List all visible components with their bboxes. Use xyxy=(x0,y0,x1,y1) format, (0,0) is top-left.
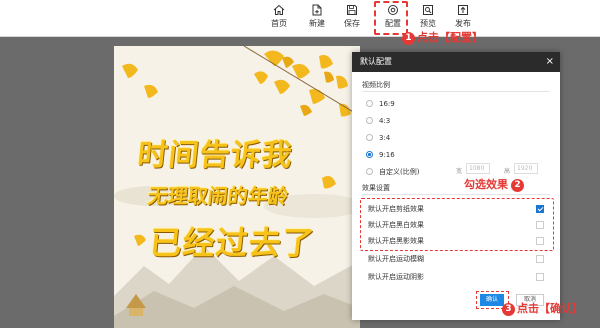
poster-text-line-3: 已经过去了 xyxy=(147,224,317,262)
dialog-header: 默认配置 × xyxy=(352,52,560,72)
top-toolbar: 首页 新建 保存 配置 预览 发布 xyxy=(0,0,600,37)
ratio-option-16-9[interactable]: 16:9 xyxy=(366,98,395,110)
effects-divider xyxy=(362,194,550,195)
checkbox-icon[interactable] xyxy=(536,273,544,281)
step-3-badge: 3 xyxy=(502,302,515,316)
effect-row-motion-blur[interactable]: 默认开启运动模糊 xyxy=(368,252,544,266)
default-config-dialog: 默认配置 × 视频比例 16:9 4:3 3:4 9:16 自定义(比例) 宽 … xyxy=(352,52,560,320)
effect-label: 默认开启运动阴影 xyxy=(368,273,424,281)
step-2-badge: 2 xyxy=(511,178,524,192)
poster-text-line-2: 无理取闹的年龄 xyxy=(146,184,290,208)
height-input[interactable]: 1920 xyxy=(514,163,538,174)
ratio-label: 9:16 xyxy=(379,151,395,159)
preview-label: 预览 xyxy=(420,19,436,28)
ratio-option-custom[interactable]: 自定义(比例) xyxy=(366,166,419,178)
new-button[interactable]: 新建 xyxy=(302,3,332,35)
config-highlight-box xyxy=(374,1,408,35)
width-label: 宽 xyxy=(456,168,463,175)
radio-icon xyxy=(366,116,373,124)
effect-label: 默认开启运动模糊 xyxy=(368,255,424,263)
ratio-option-9-16[interactable]: 9:16 xyxy=(366,149,395,161)
home-button[interactable]: 首页 xyxy=(264,3,294,35)
home-icon xyxy=(273,4,285,15)
ratio-divider xyxy=(362,91,550,92)
ratio-option-3-4[interactable]: 3:4 xyxy=(366,132,390,144)
dialog-title: 默认配置 xyxy=(360,57,392,66)
radio-icon xyxy=(366,99,373,107)
effects-highlight-box xyxy=(360,198,554,251)
radio-icon xyxy=(366,167,373,175)
publish-label: 发布 xyxy=(455,19,471,28)
ratio-label: 16:9 xyxy=(379,100,395,108)
ratio-section-title: 视频比例 xyxy=(362,81,390,89)
step-1-badge: 1 xyxy=(402,31,415,45)
step-2-text: 勾选效果 xyxy=(464,178,508,191)
checkbox-icon[interactable] xyxy=(536,255,544,263)
save-button[interactable]: 保存 xyxy=(337,3,367,35)
radio-selected-icon xyxy=(366,150,373,158)
ratio-label: 3:4 xyxy=(379,134,391,142)
effects-section-title: 效果设置 xyxy=(362,184,390,192)
home-label: 首页 xyxy=(271,19,287,28)
preview-icon xyxy=(423,5,433,15)
ratio-label: 自定义(比例) xyxy=(379,168,420,176)
height-label: 高 xyxy=(504,168,511,175)
new-label: 新建 xyxy=(309,19,325,28)
close-icon[interactable]: × xyxy=(546,52,554,72)
annotation-step-3: 3 点击【确认】 xyxy=(502,302,583,316)
ratio-label: 4:3 xyxy=(379,117,391,125)
effect-row-motion-shadow[interactable]: 默认开启运动阴影 xyxy=(368,270,544,284)
save-label: 保存 xyxy=(344,19,360,28)
width-input[interactable]: 1080 xyxy=(466,163,490,174)
save-icon xyxy=(347,5,357,15)
new-file-icon xyxy=(312,4,322,16)
ok-button[interactable]: 确认 xyxy=(480,294,504,306)
poster-canvas: 时间告诉我 无理取闹的年龄 已经过去了 xyxy=(114,46,360,328)
step-3-text: 点击【确认】 xyxy=(517,302,583,315)
annotation-step-2: 勾选效果 2 xyxy=(464,178,524,192)
ratio-option-4-3[interactable]: 4:3 xyxy=(366,115,390,127)
publish-icon xyxy=(458,5,468,15)
radio-icon xyxy=(366,133,373,141)
poster-text-line-1: 时间告诉我 xyxy=(135,138,295,173)
annotation-step-1: 1 点击【配置】 xyxy=(402,31,483,45)
step-1-text: 点击【配置】 xyxy=(417,31,483,44)
